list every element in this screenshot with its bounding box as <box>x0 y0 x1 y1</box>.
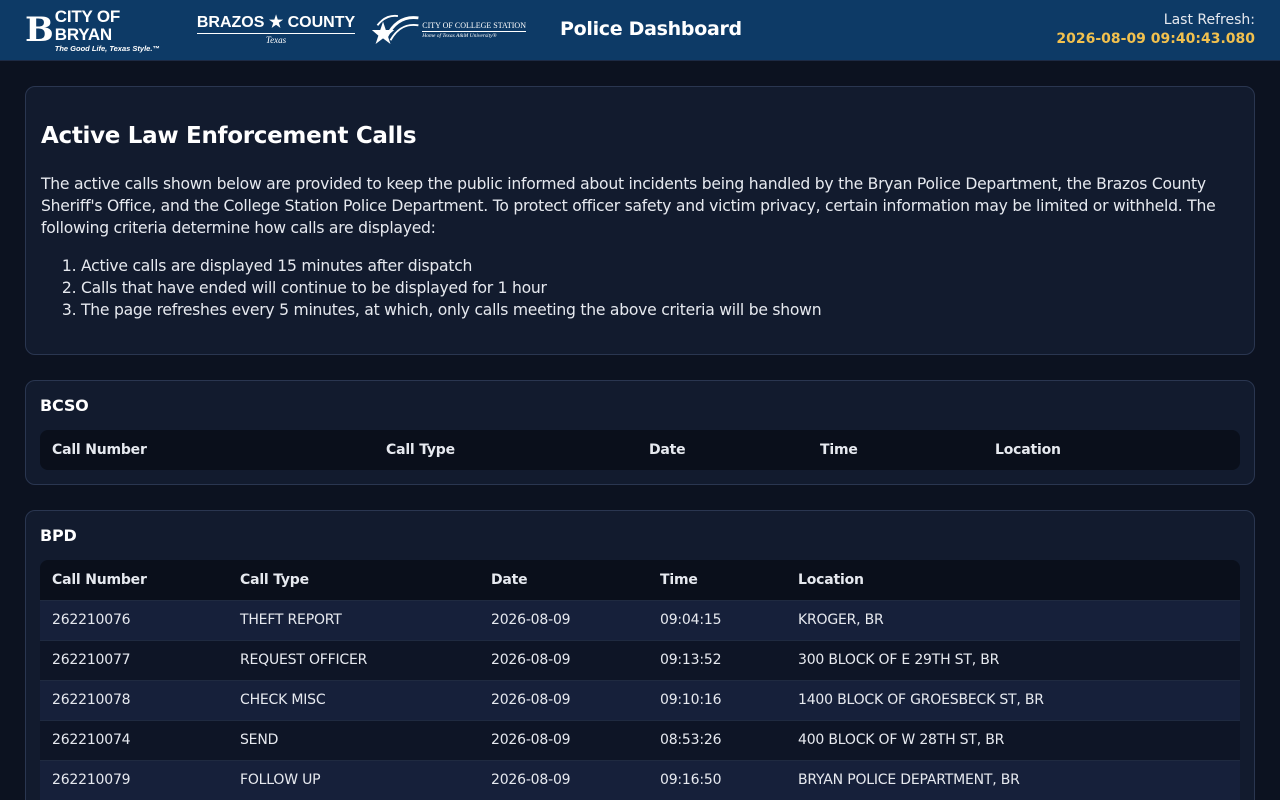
cell-location: 1400 BLOCK OF GROESBECK ST, BR <box>786 679 1240 720</box>
column-header-date[interactable]: Date <box>637 430 808 470</box>
cell-call-number: 262210076 <box>40 599 228 640</box>
column-header-time[interactable]: Time <box>808 430 983 470</box>
cell-time: 09:10:16 <box>648 679 786 720</box>
cell-location: 300 BLOCK OF E 29TH ST, BR <box>786 639 1240 680</box>
column-header-call-type[interactable]: Call Type <box>374 430 637 470</box>
intro-description: The active calls shown below are provide… <box>41 175 1216 237</box>
top-header: B CITY OF BRYAN The Good Life, Texas Sty… <box>0 0 1280 61</box>
dashboard-title: Police Dashboard <box>560 18 742 40</box>
bpd-table-body: 262210076 THEFT REPORT 2026-08-09 09:04:… <box>40 599 1240 800</box>
bcso-card: BCSO Call Number Call Type Date Time Loc… <box>25 380 1255 485</box>
cell-call-number: 262210074 <box>40 719 228 760</box>
brazos-logo-name: BRAZOS ★ COUNTY <box>196 14 356 34</box>
cell-call-number: 262210078 <box>40 679 228 720</box>
criteria-item: Active calls are displayed 15 minutes af… <box>81 255 1239 277</box>
cell-location: KROGER, BR <box>786 599 1240 640</box>
bcso-title: BCSO <box>40 396 89 415</box>
table-row[interactable]: 262210079 FOLLOW UP 2026-08-09 09:16:50 … <box>40 759 1240 800</box>
column-header-call-type[interactable]: Call Type <box>228 560 479 600</box>
city-of-bryan-logo[interactable]: B CITY OF BRYAN The Good Life, Texas Sty… <box>25 6 181 53</box>
cell-time: 09:16:50 <box>648 759 786 800</box>
cell-call-number: 262210079 <box>40 759 228 800</box>
table-header-row: Call Number Call Type Date Time Location <box>40 560 1240 600</box>
cell-call-number: 262210077 <box>40 639 228 680</box>
cell-location: 400 BLOCK OF W 28TH ST, BR <box>786 719 1240 760</box>
table-row[interactable]: 262210077 REQUEST OFFICER 2026-08-09 09:… <box>40 639 1240 680</box>
criteria-item: Calls that have ended will continue to b… <box>81 277 1239 299</box>
column-header-location[interactable]: Location <box>786 560 1240 600</box>
column-header-call-number[interactable]: Call Number <box>40 430 374 470</box>
criteria-list: Active calls are displayed 15 minutes af… <box>41 255 1239 321</box>
bpd-title: BPD <box>40 526 77 545</box>
cell-location: BRYAN POLICE DEPARTMENT, BR <box>786 759 1240 800</box>
table-row[interactable]: 262210078 CHECK MISC 2026-08-09 09:10:16… <box>40 679 1240 720</box>
last-refresh-timestamp: 2026-08-09 09:40:43.080 <box>1056 31 1255 47</box>
table-row[interactable]: 262210076 THEFT REPORT 2026-08-09 09:04:… <box>40 599 1240 640</box>
bcso-calls-table: Call Number Call Type Date Time Location <box>40 430 1240 470</box>
cell-call-type: CHECK MISC <box>228 679 479 720</box>
cell-date: 2026-08-09 <box>479 639 648 680</box>
table-header-row: Call Number Call Type Date Time Location <box>40 430 1240 470</box>
bpd-card: BPD Call Number Call Type Date Time Loca… <box>25 510 1255 800</box>
cell-call-type: REQUEST OFFICER <box>228 639 479 680</box>
last-refresh: Last Refresh: 2026-08-09 09:40:43.080 <box>1056 11 1255 50</box>
college-station-logo-name: CITY OF COLLEGE STATION <box>422 20 526 32</box>
cell-call-type: THEFT REPORT <box>228 599 479 640</box>
cell-date: 2026-08-09 <box>479 759 648 800</box>
page-title: Active Law Enforcement Calls <box>41 123 417 149</box>
college-station-logo-tagline: Home of Texas A&M University® <box>422 32 497 39</box>
brazos-logo-sub: Texas <box>265 35 287 45</box>
cell-call-type: SEND <box>228 719 479 760</box>
bryan-logo-tagline: The Good Life, Texas Style.™ <box>54 43 160 53</box>
intro-card: Active Law Enforcement Calls The active … <box>25 86 1255 355</box>
table-row[interactable]: 262210074 SEND 2026-08-09 08:53:26 400 B… <box>40 719 1240 760</box>
cell-date: 2026-08-09 <box>479 599 648 640</box>
last-refresh-label: Last Refresh: <box>1163 12 1255 28</box>
column-header-location[interactable]: Location <box>983 430 1240 470</box>
criteria-item: The page refreshes every 5 minutes, at w… <box>81 299 1239 321</box>
bryan-logo-letter: B <box>25 10 54 50</box>
cell-time: 09:13:52 <box>648 639 786 680</box>
college-station-logo[interactable]: CITY OF COLLEGE STATION Home of Texas A&… <box>370 11 526 49</box>
bpd-calls-table: Call Number Call Type Date Time Location… <box>40 560 1240 800</box>
cell-time: 09:04:15 <box>648 599 786 640</box>
cell-call-type: FOLLOW UP <box>228 759 479 800</box>
column-header-time[interactable]: Time <box>648 560 786 600</box>
cell-date: 2026-08-09 <box>479 719 648 760</box>
cell-time: 08:53:26 <box>648 719 786 760</box>
column-header-date[interactable]: Date <box>479 560 648 600</box>
college-station-star-icon <box>371 14 419 44</box>
brazos-county-logo[interactable]: BRAZOS ★ COUNTY Texas <box>196 14 356 46</box>
column-header-call-number[interactable]: Call Number <box>40 560 228 600</box>
cell-date: 2026-08-09 <box>479 679 648 720</box>
bryan-logo-name: CITY OF BRYAN <box>54 6 121 44</box>
